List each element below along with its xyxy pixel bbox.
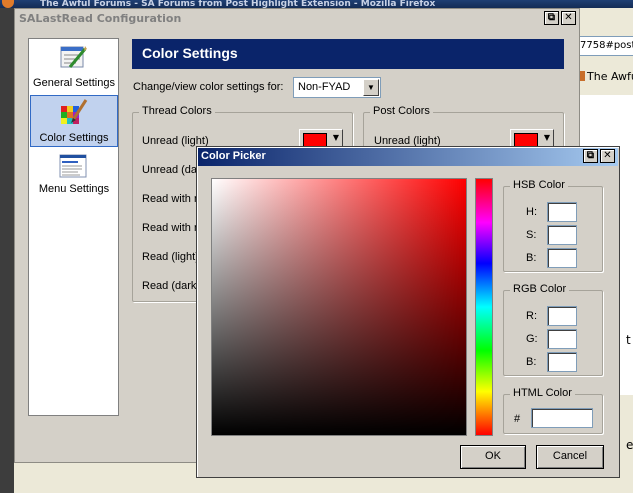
hsb-group: HSB Color H: S: B: [503,179,603,272]
saturation-brightness-field[interactable] [211,178,467,436]
thread-colors-title: Thread Colors [139,105,215,117]
ok-button[interactable]: OK [460,445,526,469]
page-header: Color Settings [132,39,564,69]
chevron-down-icon: ▼ [543,133,550,142]
sidebar-item-general-settings[interactable]: General Settings [30,41,118,93]
r-input[interactable] [547,306,577,326]
general-settings-icon [60,46,87,68]
thread-color-label: Unread (da [142,164,198,176]
forum-type-select[interactable]: Non-FYAD ▼ [293,77,381,98]
forum-type-value: Non-FYAD [298,81,351,93]
b-label: B: [526,252,537,264]
g-label: G: [526,333,538,345]
color-settings-icon [61,99,88,124]
picker-title: Color Picker [201,150,266,162]
thread-color-label: Read (light) [142,251,199,263]
thread-color-label: Read with r [142,193,198,205]
html-color-input[interactable] [531,408,593,428]
html-color-group: HTML Color # [503,387,603,434]
tab-label: The Awful [587,70,633,83]
color-swatch [303,133,327,147]
color-picker-dialog: Color Picker ⧉ ✕ HSB Color H: S: B: RGB … [196,146,620,478]
sidebar-label-general: General Settings [33,77,115,89]
page-text-fragment: e [626,438,633,452]
restore-button[interactable]: ⧉ [583,149,598,163]
close-button[interactable]: ✕ [561,11,576,25]
color-swatch [514,133,538,147]
s-input[interactable] [547,225,577,245]
browser-tab[interactable]: The Awful [577,66,633,86]
h-label: H: [526,206,537,218]
h-input[interactable] [547,202,577,222]
restore-button[interactable]: ⧉ [544,11,559,25]
thread-color-label: Read with r [142,222,198,234]
rgb-group: RGB Color R: G: B: [503,283,603,376]
hash-label: # [514,413,521,425]
close-button[interactable]: ✕ [600,149,615,163]
address-fragment: 7758#post [580,40,633,51]
r-label: R: [526,310,537,322]
forum-select-label: Change/view color settings for: [133,81,284,93]
settings-sidebar: General Settings Color Settings Menu Set… [28,38,119,416]
g-input[interactable] [547,329,577,349]
taskbar-edge [0,8,14,493]
page-text-fragment: t [626,333,631,347]
sidebar-label-color: Color Settings [39,132,109,144]
menu-settings-icon [59,154,87,178]
hsb-title: HSB Color [510,179,568,191]
b-input[interactable] [547,248,577,268]
rgb-title: RGB Color [510,283,570,295]
browser-title: The Awful Forums - SA Forums from Post H… [40,0,436,8]
html-color-title: HTML Color [510,387,575,399]
browser-titlebar: The Awful Forums - SA Forums from Post H… [0,0,633,8]
picker-titlebar: Color Picker [198,148,618,166]
thread-color-label: Read (dark [142,280,197,292]
cancel-button[interactable]: Cancel [536,445,604,469]
chevron-down-icon[interactable]: ▼ [363,79,379,96]
hue-slider[interactable] [475,178,493,436]
sidebar-item-menu-settings[interactable]: Menu Settings [30,151,118,203]
s-label: S: [526,229,537,241]
b-input[interactable] [547,352,577,372]
address-bar[interactable]: 7758#post [577,36,633,56]
chevron-down-icon: ▼ [332,133,339,142]
sidebar-label-menu: Menu Settings [38,183,110,195]
sidebar-item-color-settings[interactable]: Color Settings [30,95,118,147]
b-label: B: [526,356,537,368]
config-titlebar: SALastRead Configuration [15,9,579,29]
config-title: SALastRead Configuration [19,12,182,25]
post-colors-title: Post Colors [370,105,433,117]
